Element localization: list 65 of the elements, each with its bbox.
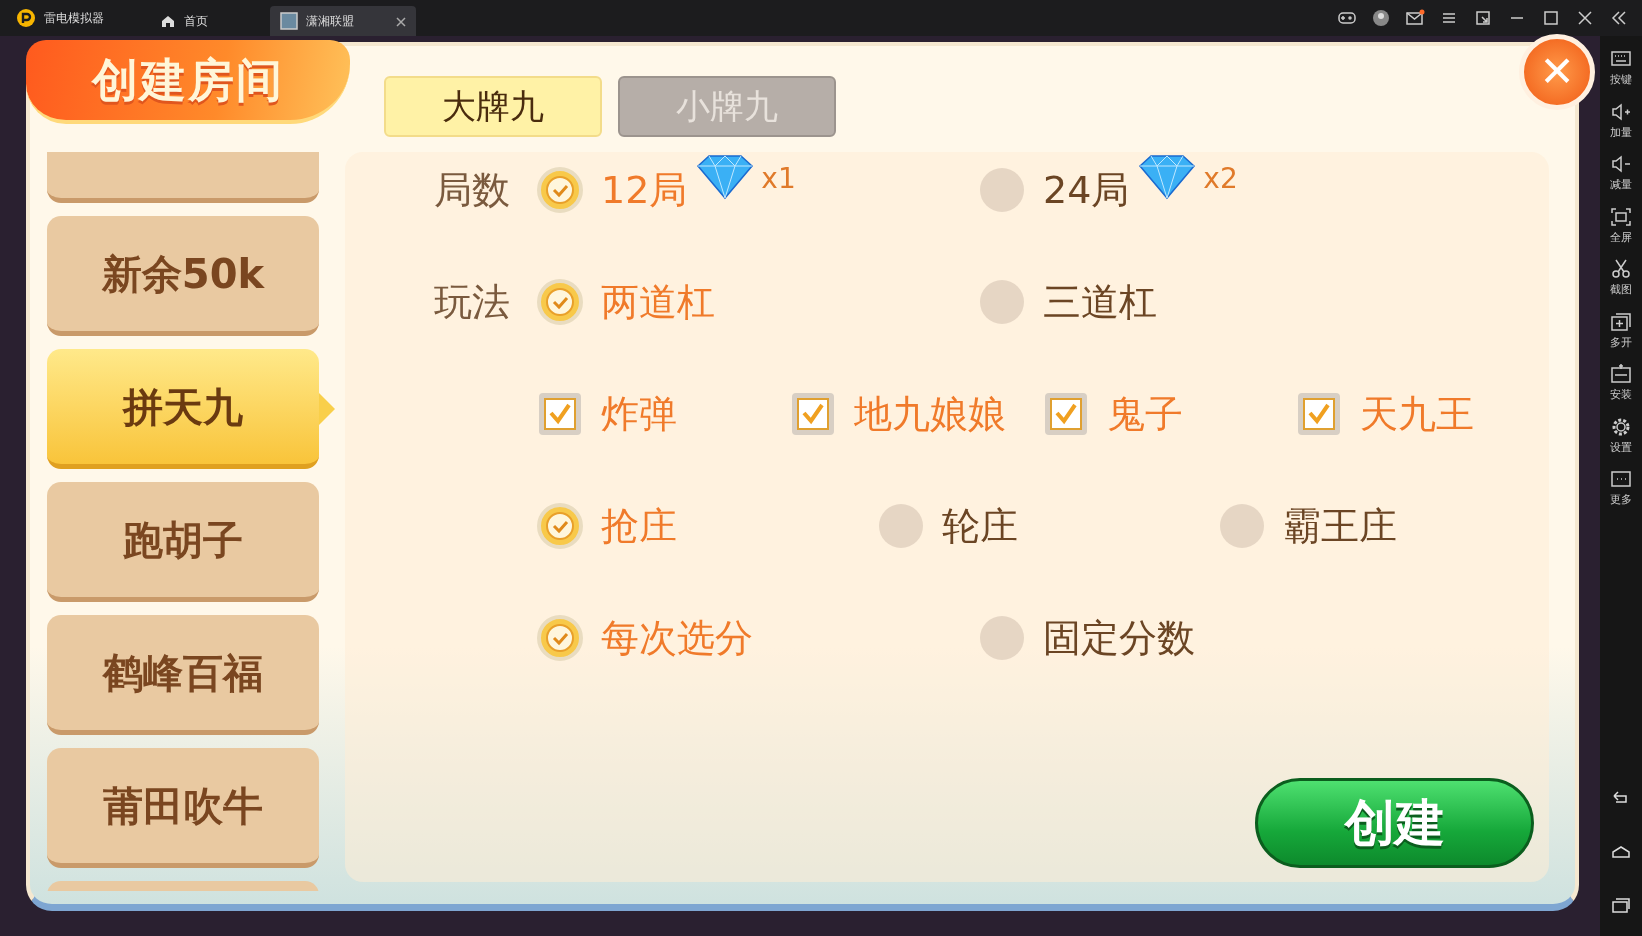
- radio-unchecked-icon[interactable]: [1219, 503, 1265, 549]
- recent-apps-icon[interactable]: [1610, 895, 1632, 915]
- radio-checked-icon[interactable]: [537, 279, 583, 325]
- sidebar-button[interactable]: 减量: [1600, 147, 1642, 200]
- option-text: 鬼子: [1107, 390, 1183, 438]
- option-text: 轮庄: [942, 502, 1018, 550]
- game-mode-tab[interactable]: 大牌九: [384, 76, 602, 137]
- option-text: 天九王: [1360, 390, 1474, 438]
- game-list-item[interactable]: 拼天九: [47, 349, 319, 469]
- radio-checked-icon[interactable]: [537, 503, 583, 549]
- app-logo-icon: [16, 8, 36, 28]
- game-list-item[interactable]: 跑胡子: [47, 482, 319, 602]
- popout-icon[interactable]: [1473, 8, 1493, 28]
- option-text: 地九娘娘: [854, 390, 1006, 438]
- checkbox-checked-icon[interactable]: [537, 391, 583, 437]
- option-text: 霸王庄: [1283, 502, 1397, 550]
- option-text: 固定分数: [1043, 614, 1195, 662]
- radio-unchecked-icon[interactable]: [979, 279, 1025, 325]
- apk-install-icon: [1610, 363, 1632, 385]
- checkbox-checked-icon[interactable]: [1296, 391, 1342, 437]
- emulator-tab[interactable]: 潇湘联盟: [270, 6, 416, 36]
- option-text: 12局: [601, 166, 688, 214]
- sidebar-button[interactable]: 更多: [1600, 462, 1642, 515]
- pointer-arrow-icon: [319, 393, 335, 425]
- option-label: 局数: [433, 166, 511, 214]
- checkbox-checked-icon[interactable]: [790, 391, 836, 437]
- option-text: 抢庄: [601, 502, 677, 550]
- volume-down-icon: [1610, 153, 1632, 175]
- sidebar-button[interactable]: 截图: [1600, 252, 1642, 305]
- option-label: 玩法: [433, 278, 511, 326]
- radio-checked-icon[interactable]: [537, 167, 583, 213]
- radio-unchecked-icon[interactable]: [979, 615, 1025, 661]
- option-text: 每次选分: [601, 614, 753, 662]
- sidebar-button[interactable]: 多开: [1600, 304, 1642, 357]
- option-text: 两道杠: [601, 278, 715, 326]
- user-avatar-icon[interactable]: [1371, 8, 1391, 28]
- game-thumbnail-icon: [280, 12, 298, 30]
- cost-text: x1: [761, 160, 796, 197]
- game-list-item[interactable]: 鹤峰百福: [47, 615, 319, 735]
- more-icon: [1610, 468, 1632, 490]
- cost-text: x2: [1203, 160, 1238, 197]
- option-text: 炸弹: [601, 390, 677, 438]
- app-name: 雷电模拟器: [44, 10, 104, 27]
- radio-unchecked-icon[interactable]: [979, 167, 1025, 213]
- home-icon: [160, 13, 176, 29]
- option-text: 三道杠: [1043, 278, 1157, 326]
- option-text: 24局: [1043, 166, 1130, 214]
- checkbox-checked-icon[interactable]: [1043, 391, 1089, 437]
- game-list-item[interactable]: 新余50k: [47, 216, 319, 336]
- scissors-icon: [1610, 258, 1632, 280]
- radio-checked-icon[interactable]: [537, 615, 583, 661]
- sidebar-button[interactable]: 设置: [1600, 409, 1642, 462]
- sidebar-button[interactable]: 全屏: [1600, 199, 1642, 252]
- multi-window-icon: [1610, 310, 1632, 333]
- sidebar-button[interactable]: 加量: [1600, 94, 1642, 147]
- close-icon[interactable]: [396, 16, 406, 27]
- radio-unchecked-icon[interactable]: [878, 503, 924, 549]
- emulator-tab[interactable]: 首页: [150, 6, 270, 36]
- fullscreen-icon: [1610, 205, 1632, 228]
- game-list-item[interactable]: 莆田吹牛: [47, 748, 319, 868]
- mail-icon[interactable]: [1405, 8, 1425, 28]
- maximize-icon[interactable]: [1541, 8, 1561, 28]
- sidebar-button[interactable]: 安装: [1600, 357, 1642, 410]
- dialog-title: 创建房间: [26, 40, 350, 124]
- sidebar-button[interactable]: 按键: [1600, 42, 1642, 95]
